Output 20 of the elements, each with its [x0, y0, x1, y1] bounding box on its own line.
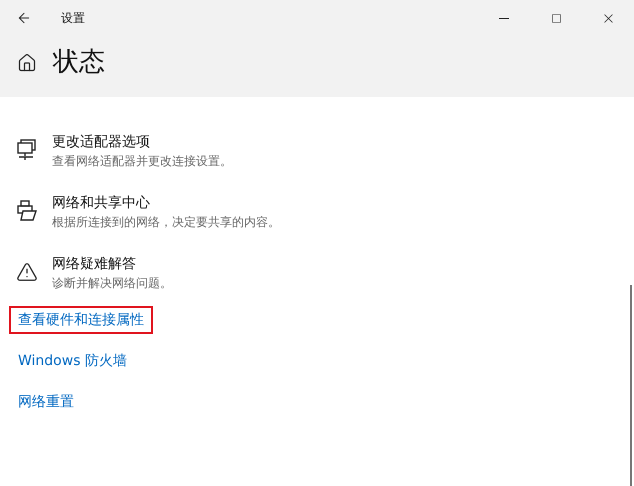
scrollbar[interactable]	[630, 285, 632, 486]
item-title: 网络疑难解答	[52, 255, 137, 274]
window-title: 设置	[61, 10, 85, 27]
network-computer-icon	[16, 139, 38, 161]
settings-link[interactable]: 查看硬件和连接属性	[9, 306, 153, 334]
printer-folder-icon	[16, 200, 38, 222]
home-icon	[17, 52, 37, 72]
item-title: 网络和共享中心	[52, 194, 151, 213]
settings-item[interactable]: 更改适配器选项 查看网络适配器并更改连接设置。	[0, 133, 634, 170]
warning-icon	[16, 261, 38, 283]
maximize-icon	[550, 12, 562, 24]
page-title: 状态	[53, 46, 105, 79]
settings-link[interactable]: Windows 防火墙	[9, 347, 136, 375]
settings-link[interactable]: 网络重置	[9, 388, 83, 416]
item-description: 诊断并解决网络问题。	[52, 275, 172, 292]
item-description: 查看网络适配器并更改连接设置。	[52, 153, 232, 170]
settings-item[interactable]: 网络疑难解答 诊断并解决网络问题。	[0, 255, 634, 292]
item-title: 更改适配器选项	[52, 133, 151, 152]
settings-item[interactable]: 网络和共享中心 根据所连接到的网络，决定要共享的内容。	[0, 194, 634, 231]
item-description: 根据所连接到的网络，决定要共享的内容。	[52, 214, 280, 231]
